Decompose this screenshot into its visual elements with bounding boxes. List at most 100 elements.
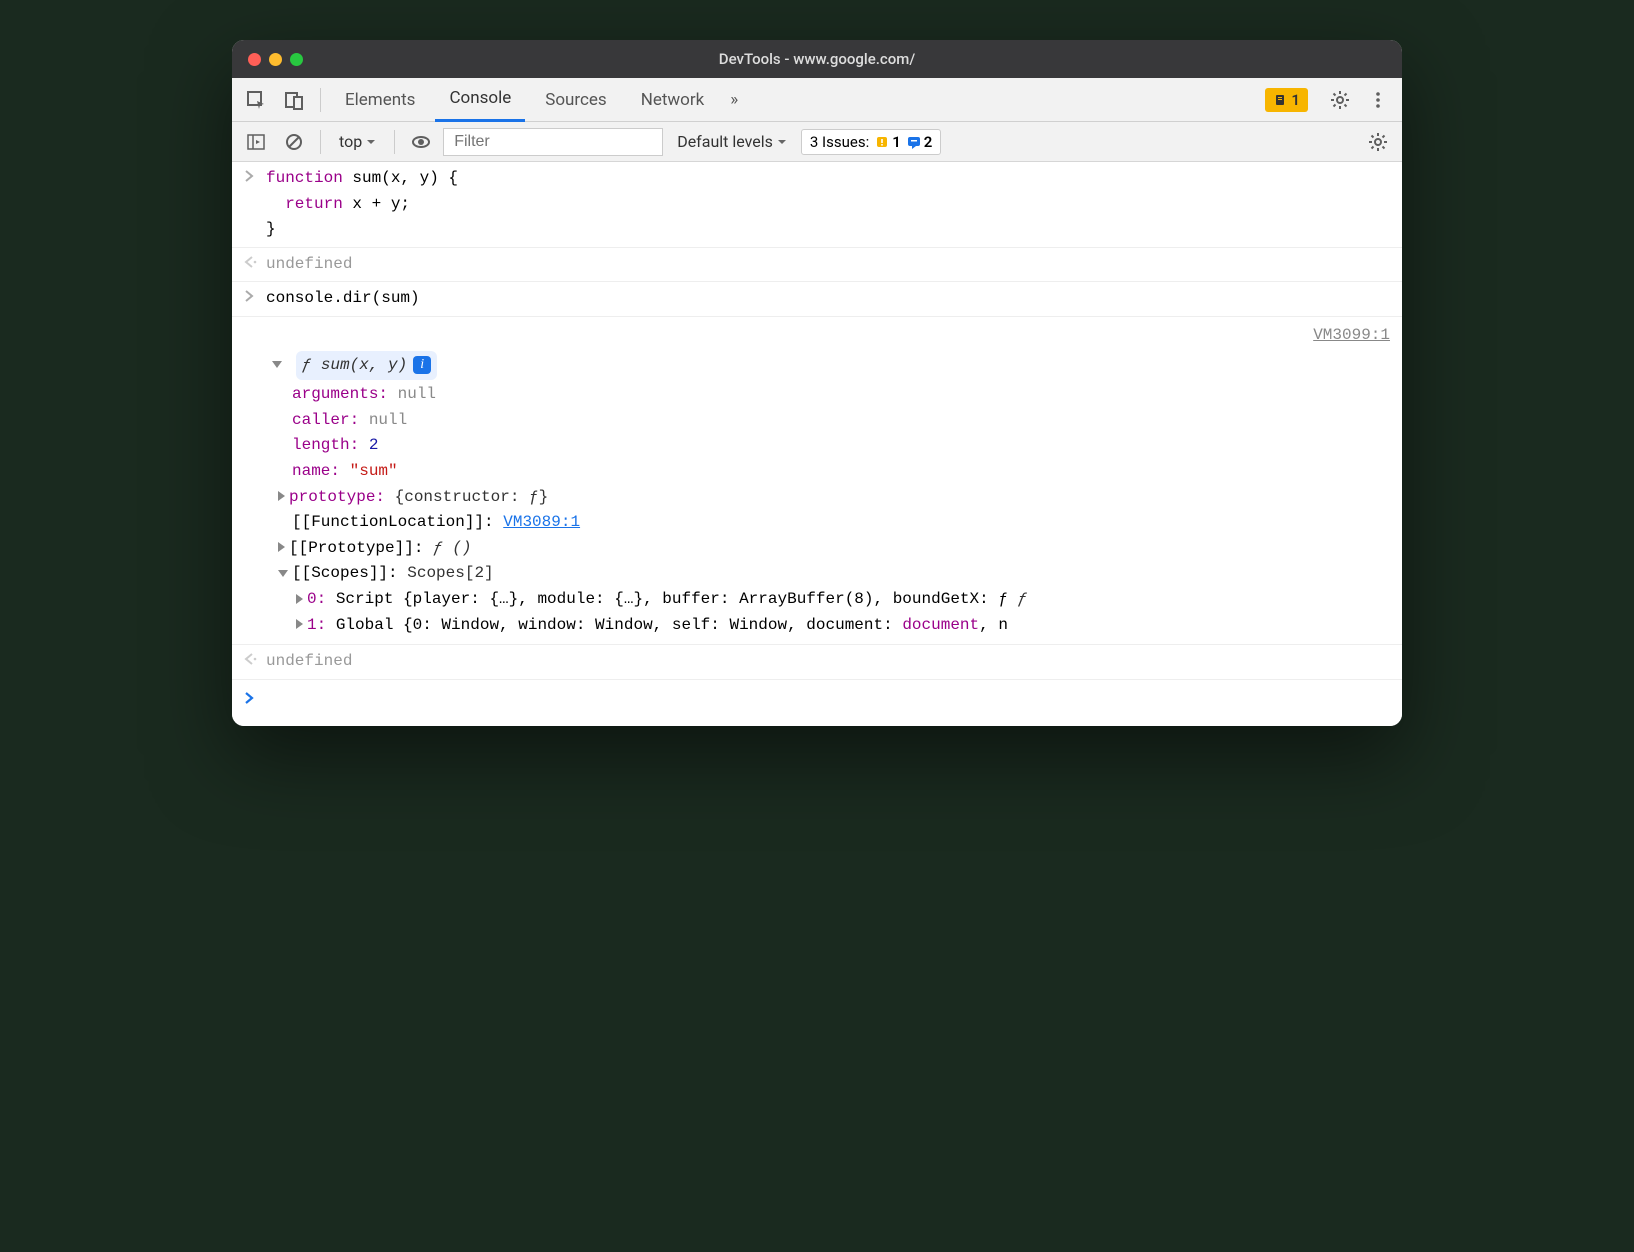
prop-key: caller: — [292, 411, 359, 429]
expand-toggle-icon[interactable] — [278, 491, 285, 501]
undefined-result: undefined — [266, 252, 1394, 278]
console-settings-icon[interactable] — [1362, 126, 1394, 158]
prop-value: Scopes[2] — [407, 564, 493, 582]
expand-toggle-icon[interactable] — [296, 619, 303, 629]
tab-network[interactable]: Network — [627, 78, 719, 122]
main-toolbar: Elements Console Sources Network » 1 — [232, 78, 1402, 122]
tab-sources[interactable]: Sources — [531, 78, 620, 122]
expand-toggle-icon[interactable] — [272, 361, 282, 368]
scope-row[interactable]: 1: Global {0: Window, window: Window, se… — [232, 613, 1402, 639]
code-text: console.dir(sum) — [266, 286, 1394, 312]
warnings-badge[interactable]: 1 — [1265, 88, 1308, 112]
more-icon[interactable] — [1362, 84, 1394, 116]
close-window-button[interactable] — [248, 53, 261, 66]
toggle-sidebar-icon[interactable] — [240, 126, 272, 158]
live-expression-icon[interactable] — [405, 126, 437, 158]
input-marker-icon — [244, 166, 266, 184]
divider — [394, 130, 395, 154]
scope-index: 0: — [307, 590, 326, 608]
property-row[interactable]: [[FunctionLocation]]: VM3089:1 — [232, 510, 1402, 536]
prop-value: {constructor: ƒ} — [395, 488, 549, 506]
prop-value: "sum" — [350, 462, 398, 480]
issues-box[interactable]: 3 Issues: 1 2 — [801, 129, 941, 155]
window-title: DevTools - www.google.com/ — [232, 50, 1402, 68]
output-marker-icon — [244, 252, 266, 270]
prompt-input[interactable] — [266, 688, 1394, 706]
tab-elements[interactable]: Elements — [331, 78, 429, 122]
filter-input[interactable] — [443, 128, 663, 156]
info-icon[interactable]: i — [413, 356, 431, 374]
settings-icon[interactable] — [1324, 84, 1356, 116]
function-signature: ƒ sum(x, y) — [302, 353, 408, 379]
prop-key: name: — [292, 462, 340, 480]
log-levels-selector[interactable]: Default levels — [669, 128, 795, 155]
prop-value: ƒ () — [433, 539, 471, 557]
minimize-window-button[interactable] — [269, 53, 282, 66]
tabs-overflow[interactable]: » — [724, 78, 744, 122]
property-row[interactable]: [[Scopes]]: Scopes[2] — [232, 561, 1402, 587]
device-toggle-icon[interactable] — [278, 84, 310, 116]
warnings-count: 1 — [1291, 91, 1300, 109]
property-row[interactable]: length: 2 — [232, 433, 1402, 459]
scope-value: Script {player: {…}, module: {…}, buffer… — [336, 590, 1008, 608]
info-count: 2 — [924, 133, 933, 151]
divider — [320, 88, 321, 112]
prop-key: prototype: — [289, 488, 385, 506]
property-row[interactable]: [[Prototype]]: ƒ () — [232, 536, 1402, 562]
prop-value: null — [398, 385, 436, 403]
output-marker-icon — [244, 649, 266, 667]
scope-index: 1: — [307, 616, 326, 634]
prop-key: [[FunctionLocation]]: — [292, 513, 494, 531]
warn-count: 1 — [892, 133, 901, 151]
issue-warn-badge: 1 — [875, 133, 901, 151]
input-marker-icon — [244, 286, 266, 304]
console-output-row: undefined — [232, 644, 1402, 680]
divider — [320, 130, 321, 154]
property-row[interactable]: arguments: null — [232, 382, 1402, 408]
console-toolbar: top Default levels 3 Issues: 1 2 — [232, 122, 1402, 162]
source-link[interactable]: VM3099:1 — [1313, 323, 1402, 349]
property-row[interactable]: name: "sum" — [232, 459, 1402, 485]
console-input-row: function sum(x, y) { return x + y; } — [232, 162, 1402, 248]
console-prompt[interactable] — [232, 680, 1402, 726]
location-link[interactable]: VM3089:1 — [503, 513, 580, 531]
property-row[interactable]: caller: null — [232, 408, 1402, 434]
prop-key: [[Scopes]]: — [292, 564, 398, 582]
scope-row[interactable]: 0: Script {player: {…}, module: {…}, buf… — [232, 587, 1402, 613]
maximize-window-button[interactable] — [290, 53, 303, 66]
prop-value: null — [369, 411, 407, 429]
console-dir-output: VM3099:1 ƒ sum(x, y) i arguments: null c… — [232, 317, 1402, 644]
traffic-lights — [232, 53, 303, 66]
issue-info-badge: 2 — [907, 133, 933, 151]
prompt-marker-icon — [244, 688, 266, 706]
prop-value: 2 — [369, 436, 379, 454]
clear-console-icon[interactable] — [278, 126, 310, 158]
console-output: function sum(x, y) { return x + y; } und… — [232, 162, 1402, 726]
chevron-down-icon — [777, 137, 787, 147]
prop-key: arguments: — [292, 385, 388, 403]
titlebar: DevTools - www.google.com/ — [232, 40, 1402, 78]
expand-toggle-icon[interactable] — [296, 594, 303, 604]
expand-toggle-icon[interactable] — [278, 542, 285, 552]
document-ref: document — [902, 616, 979, 634]
code-block: function sum(x, y) { return x + y; } — [266, 166, 1394, 243]
prop-key: length: — [292, 436, 359, 454]
issues-label: 3 Issues: — [810, 133, 869, 151]
console-output-row: undefined — [232, 248, 1402, 283]
devtools-window: DevTools - www.google.com/ Elements Cons… — [232, 40, 1402, 726]
property-row[interactable]: prototype: {constructor: ƒ} — [232, 485, 1402, 511]
scope-value: Global {0: Window, window: Window, self:… — [336, 616, 903, 634]
expand-toggle-icon[interactable] — [278, 570, 288, 577]
prop-key: [[Prototype]]: — [289, 539, 423, 557]
keyword: function — [266, 169, 343, 187]
object-header[interactable]: ƒ sum(x, y) i — [232, 349, 1402, 383]
undefined-result: undefined — [266, 649, 1394, 675]
inspect-icon[interactable] — [240, 84, 272, 116]
context-label: top — [339, 132, 362, 151]
tab-console[interactable]: Console — [435, 78, 525, 122]
keyword: return — [266, 195, 343, 213]
context-selector[interactable]: top — [331, 128, 384, 155]
console-input-row: console.dir(sum) — [232, 282, 1402, 317]
chevron-down-icon — [366, 137, 376, 147]
levels-label: Default levels — [677, 132, 773, 151]
